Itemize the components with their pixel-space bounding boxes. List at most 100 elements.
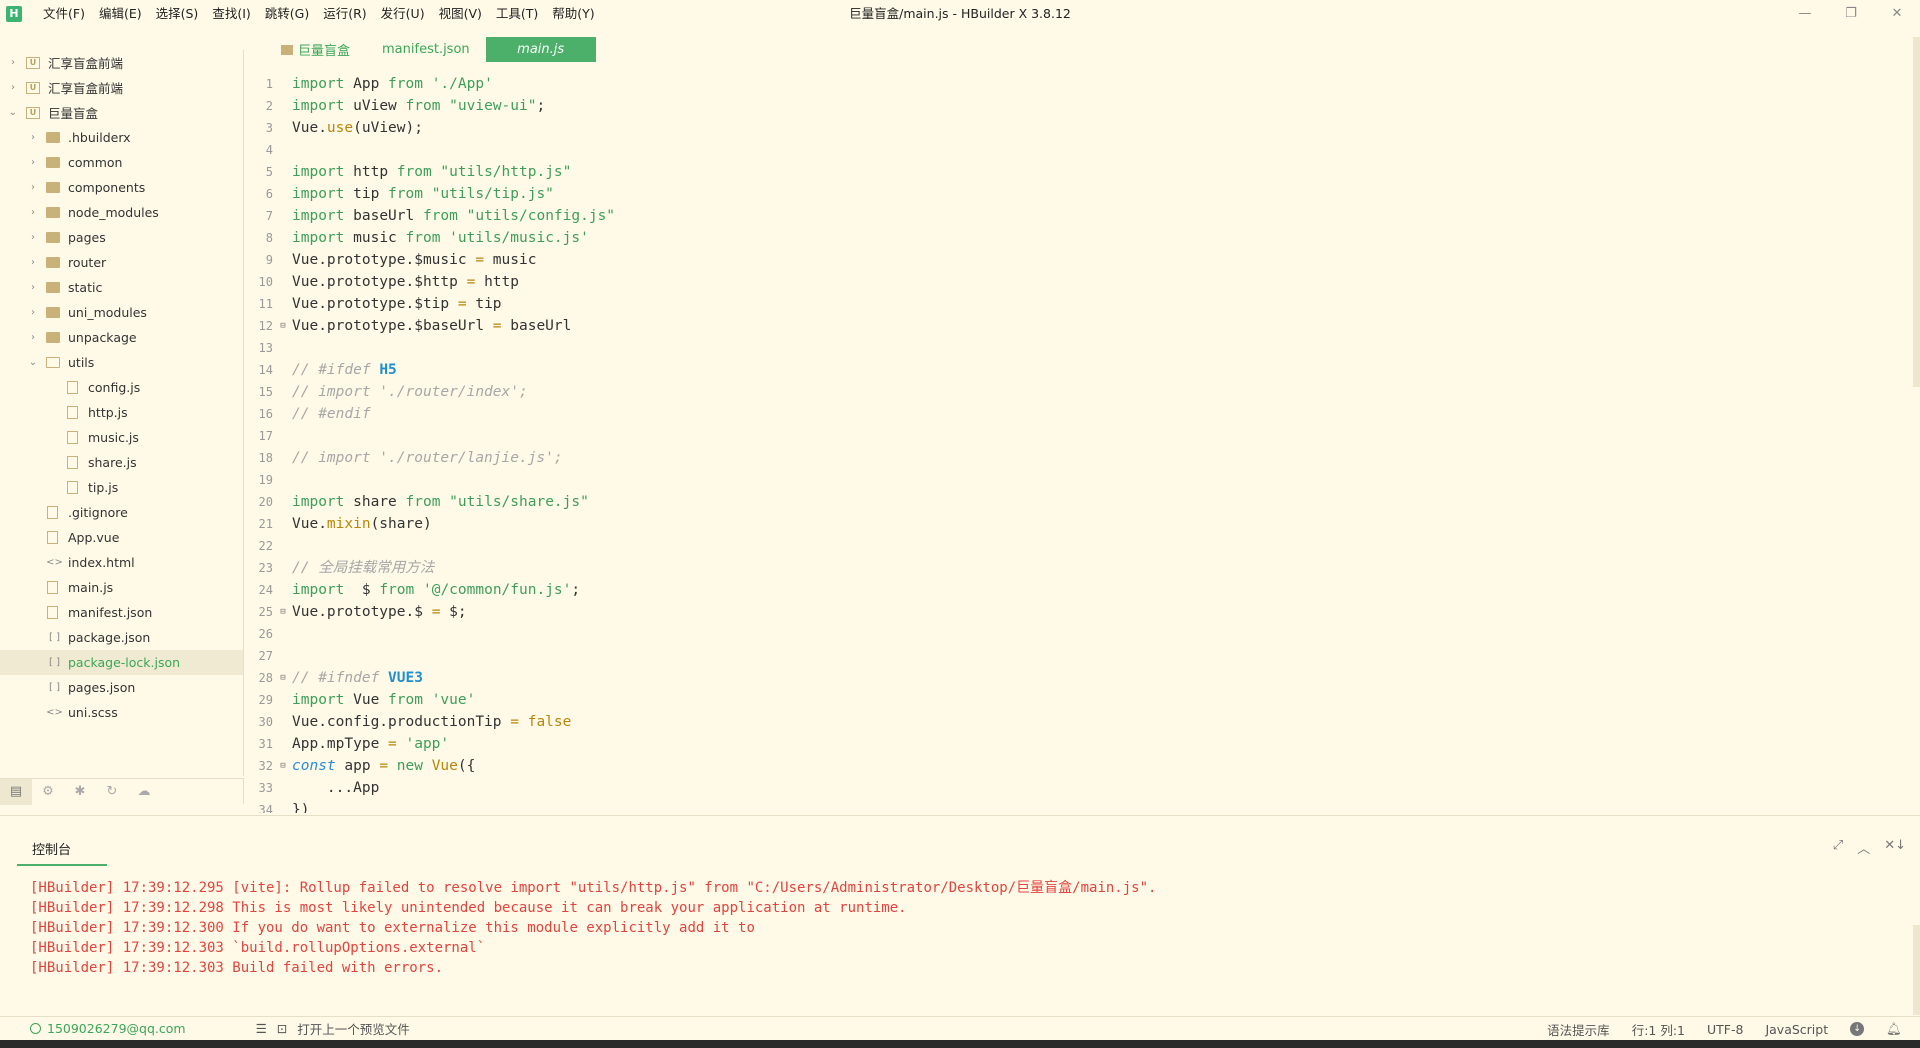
- line-number: 24: [258, 583, 273, 597]
- maximize-console-icon[interactable]: ︿: [1857, 838, 1870, 857]
- menu-item[interactable]: 选择(S): [149, 0, 206, 27]
- chevron-right-icon[interactable]: ›: [26, 182, 40, 193]
- restore-icon[interactable]: ❐: [1828, 0, 1874, 27]
- editor-tab[interactable]: manifest.json: [366, 37, 486, 62]
- syntax-library[interactable]: 语法提示库: [1547, 1020, 1610, 1039]
- menu-item[interactable]: 运行(R): [316, 0, 373, 27]
- tree-item[interactable]: › router: [0, 250, 243, 275]
- menu-item[interactable]: 文件(F): [36, 0, 92, 27]
- tree-item[interactable]: manifest.json: [0, 600, 243, 625]
- code-token: import: [292, 494, 345, 510]
- tree-item[interactable]: <> uni.scss: [0, 700, 243, 725]
- tree-item[interactable]: ⌄ U 巨量盲盒: [0, 100, 243, 125]
- console-scrollbar[interactable]: [1913, 925, 1920, 1015]
- line-number: 18: [258, 451, 273, 465]
- code-text: import uView from "uview-ui";: [289, 95, 545, 117]
- tree-item[interactable]: main.js: [0, 575, 243, 600]
- chevron-right-icon[interactable]: ›: [26, 132, 40, 143]
- close-icon[interactable]: ✕: [1874, 0, 1920, 27]
- tree-item[interactable]: music.js: [0, 425, 243, 450]
- menu-item[interactable]: 工具(T): [489, 0, 545, 27]
- tree-item[interactable]: › uni_modules: [0, 300, 243, 325]
- open-previous-preview[interactable]: 打开上一个预览文件: [297, 1019, 410, 1038]
- code-token: from: [405, 98, 441, 114]
- tree-item[interactable]: config.js: [0, 375, 243, 400]
- tree-item[interactable]: ⌄ utils: [0, 350, 243, 375]
- file-encoding[interactable]: UTF-8: [1707, 1022, 1743, 1037]
- tree-item-label: main.js: [68, 580, 114, 595]
- tree-item[interactable]: › static: [0, 275, 243, 300]
- export-log-icon[interactable]: ⤢: [1833, 838, 1843, 857]
- tree-item[interactable]: <> index.html: [0, 550, 243, 575]
- folder-icon: [46, 132, 60, 143]
- chevron-right-icon[interactable]: ›: [6, 82, 20, 93]
- fold-toggle-icon[interactable]: ⊟: [277, 755, 289, 777]
- tree-item[interactable]: › U 汇享盲盒前端: [0, 75, 243, 100]
- tree-item[interactable]: [ ] package-lock.json: [0, 650, 243, 675]
- menu-item[interactable]: 帮助(Y): [545, 0, 601, 27]
- menu-item[interactable]: 编辑(E): [92, 0, 149, 27]
- menu-item[interactable]: 查找(I): [205, 0, 257, 27]
- chevron-right-icon[interactable]: ›: [26, 332, 40, 343]
- preview-file-icon[interactable]: ⊡: [277, 1021, 287, 1036]
- fold-gutter: [277, 403, 289, 425]
- tree-item[interactable]: › unpackage: [0, 325, 243, 350]
- tree-item[interactable]: › .hbuilderx: [0, 125, 243, 150]
- status-bar: 1509026279@qq.com ☰ ⊡ 打开上一个预览文件 语法提示库 行:…: [0, 1016, 1920, 1040]
- debug-tab-icon[interactable]: ✱: [64, 779, 96, 805]
- menu-item[interactable]: 视图(V): [432, 0, 489, 27]
- tree-item[interactable]: › pages: [0, 225, 243, 250]
- fold-toggle-icon[interactable]: ⊟: [277, 315, 289, 337]
- run-tab-icon[interactable]: ⚙: [32, 779, 64, 805]
- tree-item[interactable]: › common: [0, 150, 243, 175]
- chevron-right-icon[interactable]: ›: [26, 207, 40, 218]
- menu-item[interactable]: 跳转(G): [258, 0, 316, 27]
- cloud-tab-icon[interactable]: ☁: [128, 779, 160, 805]
- tree-item[interactable]: tip.js: [0, 475, 243, 500]
- tree-item[interactable]: › node_modules: [0, 200, 243, 225]
- chevron-right-icon[interactable]: ›: [26, 157, 40, 168]
- notification-bell-icon[interactable]: 🔔︎: [1886, 1021, 1902, 1037]
- chevron-right-icon[interactable]: ›: [26, 307, 40, 318]
- tree-item[interactable]: [ ] pages.json: [0, 675, 243, 700]
- tree-item[interactable]: [ ] package.json: [0, 625, 243, 650]
- chevron-right-icon[interactable]: ›: [6, 57, 20, 68]
- download-icon[interactable]: ↓: [1850, 1022, 1865, 1036]
- tree-item[interactable]: › U 汇享盲盒前端: [0, 50, 243, 75]
- menu-item[interactable]: 发行(U): [374, 0, 432, 27]
- account-status[interactable]: 1509026279@qq.com: [30, 1021, 186, 1036]
- code-text: Vue.use(uView);: [289, 117, 423, 139]
- code-editor[interactable]: 1 import App from './App' 2 import uView fr…: [245, 73, 1907, 813]
- code-token: Vue.config.productionTip: [292, 714, 511, 730]
- code-line: 14 // #ifdef H5: [245, 359, 1907, 381]
- tree-item[interactable]: App.vue: [0, 525, 243, 550]
- tree-item[interactable]: share.js: [0, 450, 243, 475]
- tree-item[interactable]: http.js: [0, 400, 243, 425]
- code-token: from: [388, 76, 423, 92]
- line-number: 30: [258, 715, 273, 729]
- fold-gutter: [277, 205, 289, 227]
- clear-console-icon[interactable]: ✕↓: [1884, 838, 1906, 857]
- editor-scrollbar[interactable]: [1913, 37, 1920, 387]
- list-icon[interactable]: ☰: [256, 1021, 267, 1036]
- tree-item-label: utils: [68, 355, 95, 370]
- minimize-icon[interactable]: —: [1782, 0, 1828, 27]
- fold-gutter: [277, 689, 289, 711]
- chevron-right-icon[interactable]: ›: [26, 282, 40, 293]
- fold-gutter: [277, 73, 289, 95]
- fold-toggle-icon[interactable]: ⊟: [277, 667, 289, 689]
- tree-item[interactable]: .gitignore: [0, 500, 243, 525]
- language-mode[interactable]: JavaScript: [1765, 1022, 1828, 1037]
- explorer-tab-icon[interactable]: ▤: [0, 778, 32, 805]
- chevron-right-icon[interactable]: ›: [26, 257, 40, 268]
- sync-tab-icon[interactable]: ↻: [96, 779, 128, 805]
- console-tab[interactable]: 控制台: [17, 840, 107, 866]
- chevron-down-icon[interactable]: ⌄: [6, 107, 20, 118]
- fold-toggle-icon[interactable]: ⊟: [277, 601, 289, 623]
- tree-item[interactable]: › components: [0, 175, 243, 200]
- editor-tab[interactable]: main.js: [485, 37, 596, 62]
- editor-tab[interactable]: 巨量盲盒: [265, 37, 366, 62]
- cursor-position[interactable]: 行:1 列:1: [1632, 1020, 1685, 1039]
- chevron-down-icon[interactable]: ⌄: [26, 357, 40, 368]
- chevron-right-icon[interactable]: ›: [26, 232, 40, 243]
